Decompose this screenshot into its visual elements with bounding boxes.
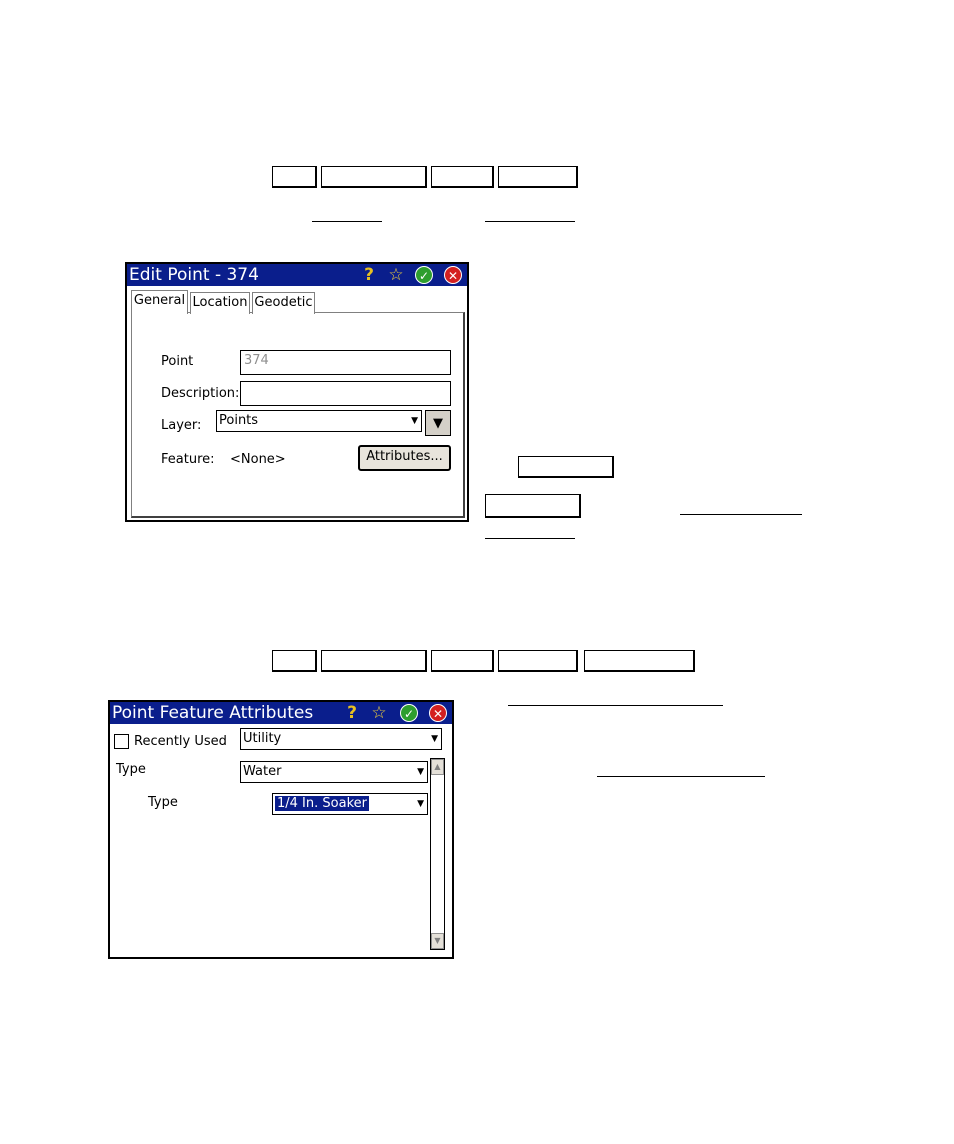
- triangle-down-icon: ▼: [433, 416, 443, 431]
- layer-value: Points: [219, 413, 259, 428]
- checkmark-icon[interactable]: ✓: [415, 266, 433, 284]
- menu-path-box-3: [431, 166, 494, 188]
- category-select[interactable]: Utility ▼: [240, 728, 442, 750]
- recently-used-label: Recently Used: [134, 734, 227, 749]
- edit-point-dialog: Edit Point - 374 ? ☆ ✓ ✕ General Locatio…: [125, 262, 469, 522]
- scroll-up-icon[interactable]: ▲: [431, 759, 444, 775]
- vertical-scrollbar[interactable]: ▲ ▼: [430, 758, 445, 950]
- type-select[interactable]: Water ▼: [240, 761, 428, 783]
- menu-path-box-5: [518, 456, 614, 478]
- close-icon[interactable]: ✕: [444, 266, 462, 284]
- feature-attributes-dialog: Point Feature Attributes ? ☆ ✓ ✕ Recentl…: [108, 700, 454, 959]
- type-label: Type: [116, 762, 146, 777]
- feature-label: Feature:: [161, 452, 215, 467]
- underline: [485, 538, 575, 539]
- menu-path-box-7: [272, 650, 317, 672]
- help-icon[interactable]: ?: [343, 704, 361, 722]
- category-value: Utility: [243, 731, 282, 746]
- underline: [508, 705, 723, 706]
- checkmark-icon[interactable]: ✓: [400, 704, 418, 722]
- tab-general-label: General: [133, 293, 186, 308]
- close-icon[interactable]: ✕: [429, 704, 447, 722]
- menu-path-box-10: [498, 650, 578, 672]
- point-label: Point: [161, 354, 194, 369]
- underline: [485, 221, 575, 222]
- tab-geodetic-label: Geodetic: [254, 295, 313, 310]
- underline: [312, 221, 382, 222]
- underline: [680, 514, 802, 515]
- menu-path-box-11: [584, 650, 695, 672]
- subtype-value: 1/4 In. Soaker: [275, 796, 369, 811]
- subtype-label: Type: [148, 795, 178, 810]
- layer-label: Layer:: [161, 418, 202, 433]
- menu-path-box-2: [321, 166, 427, 188]
- chevron-down-icon: ▼: [417, 799, 424, 809]
- star-icon[interactable]: ☆: [370, 704, 388, 722]
- type-value: Water: [243, 764, 282, 779]
- scroll-down-icon[interactable]: ▼: [431, 933, 444, 949]
- tab-location-label: Location: [192, 295, 248, 310]
- chevron-down-icon: ▼: [431, 734, 438, 744]
- dialog-title: Point Feature Attributes: [112, 703, 314, 723]
- subtype-select[interactable]: 1/4 In. Soaker ▼: [272, 793, 428, 815]
- attributes-button[interactable]: Attributes...: [358, 445, 451, 471]
- feature-value: <None>: [230, 452, 286, 467]
- menu-path-box-8: [321, 650, 427, 672]
- menu-path-box-4: [498, 166, 578, 188]
- menu-path-box-1: [272, 166, 317, 188]
- menu-path-box-6: [485, 494, 581, 518]
- star-icon[interactable]: ☆: [387, 266, 405, 284]
- chevron-down-icon: ▼: [417, 767, 424, 777]
- underline: [597, 776, 765, 777]
- description-field[interactable]: [240, 381, 451, 406]
- menu-path-box-9: [431, 650, 494, 672]
- chevron-down-icon: ▼: [411, 416, 418, 426]
- recently-used-checkbox[interactable]: [114, 734, 129, 749]
- description-label: Description:: [161, 386, 240, 401]
- help-icon[interactable]: ?: [360, 266, 378, 284]
- point-field[interactable]: 374: [240, 350, 451, 375]
- tab-location[interactable]: Location: [190, 292, 250, 314]
- layer-list-button[interactable]: ▼: [425, 410, 451, 436]
- tab-general[interactable]: General: [131, 290, 188, 314]
- tab-geodetic[interactable]: Geodetic: [252, 292, 315, 314]
- layer-select[interactable]: Points ▼: [216, 410, 422, 432]
- dialog-title: Edit Point - 374: [129, 265, 259, 285]
